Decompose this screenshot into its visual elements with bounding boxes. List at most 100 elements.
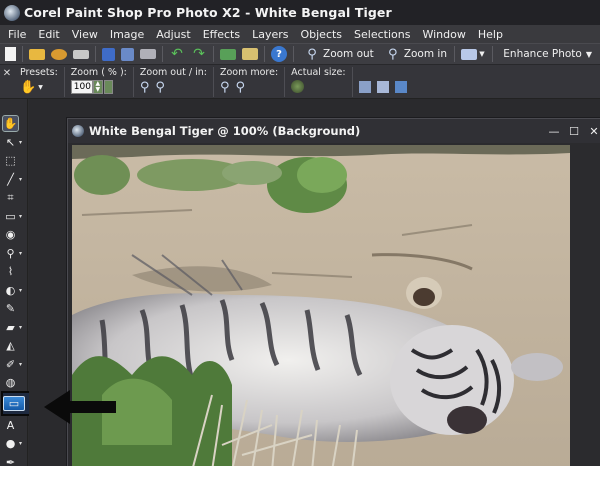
dodge-tool[interactable]: ◐ ▾ (3, 282, 25, 299)
tutorial-arrow-icon (44, 390, 116, 424)
undo-icon[interactable]: ↶ (169, 46, 185, 62)
pick-tool[interactable]: ↖ ▾ (3, 134, 25, 151)
zoom-percent-group: Zoom ( % ): 100 ▲ ▼ (70, 67, 127, 94)
text-tool[interactable]: A (3, 417, 25, 434)
red-eye-tool[interactable]: ◉ (3, 226, 25, 243)
pick-tool-icon: ↖ (5, 135, 16, 149)
zoom-more-in-icon[interactable]: ⚲ (235, 80, 245, 95)
document-title-bar[interactable]: White Bengal Tiger @ 100% (Background) —… (68, 119, 600, 143)
tools-palette: ✋ ↖ ▾ ⬚ ╱ ▾ ⌗ ▭ ▾ ◉ ⚲ ▾ ⌇ ◐ ▾ ✎ ▰ ▾ ◭ ✐ ▾ ◍ ▭ A ● ▾ ✒ (0, 99, 35, 467)
flood-fill-tool-icon: ◭ (6, 339, 15, 352)
menu-help[interactable]: Help (472, 28, 509, 41)
zoom-in-button[interactable]: ⚲ Zoom in (382, 46, 447, 62)
clone-tool[interactable]: ⚲ ▾ (3, 245, 25, 262)
save-icon[interactable] (102, 47, 115, 61)
flyout-chevron-icon[interactable]: ▾ (19, 440, 22, 447)
fit-window-icon[interactable] (358, 81, 371, 93)
straighten-tool[interactable]: ▭ ▾ (3, 208, 25, 225)
menu-objects[interactable]: Objects (294, 28, 348, 41)
flyout-chevron-icon[interactable]: ▾ (19, 213, 22, 220)
flood-fill-tool[interactable]: ◭ (3, 337, 25, 354)
magnifier-minus-icon: ⚲ (307, 46, 317, 62)
maximize-icon[interactable]: ☐ (564, 125, 584, 138)
flyout-chevron-icon[interactable]: ▾ (19, 361, 22, 368)
layout-icon[interactable] (461, 48, 477, 60)
open-icon[interactable] (29, 48, 45, 60)
flyout-chevron-icon[interactable]: ▾ (19, 324, 22, 331)
scan-icon[interactable] (73, 49, 89, 59)
eraser-tool-icon: ▰ (6, 320, 15, 334)
dropper-tool-icon: ╱ (7, 172, 14, 186)
zoom-out-option-icon[interactable]: ⚲ (140, 80, 150, 95)
full-screen-icon[interactable] (394, 81, 407, 93)
menu-file[interactable]: File (2, 28, 32, 41)
presets-label: Presets: (20, 67, 58, 78)
hand-preset-icon[interactable]: ✋ (20, 80, 36, 95)
flyout-chevron-icon[interactable]: ▾ (19, 287, 22, 294)
flyout-chevron-icon[interactable]: ▾ (19, 139, 22, 146)
clone-tool-icon: ⚲ (6, 246, 15, 260)
crop-tool[interactable]: ⌗ (3, 189, 25, 206)
options-divider (284, 67, 286, 97)
background-eraser-tool-icon: ✐ (5, 357, 16, 371)
zoom-percent-label: Zoom ( % ): (70, 67, 127, 78)
pen-tool[interactable]: ✒ (3, 454, 25, 467)
view-options-group (358, 79, 407, 93)
chevron-down-icon[interactable]: ▼ (38, 84, 43, 91)
toolbar-separator (264, 46, 265, 62)
eraser-tool[interactable]: ▰ ▾ (3, 319, 25, 336)
fit-image-icon[interactable] (376, 81, 389, 93)
close-icon[interactable]: ✕ (584, 125, 600, 138)
menu-selections[interactable]: Selections (348, 28, 416, 41)
menu-image[interactable]: Image (104, 28, 150, 41)
zoom-spinner[interactable]: ▲ ▼ (92, 80, 103, 94)
copy-merged-icon[interactable] (220, 48, 236, 60)
flyout-chevron-icon[interactable]: ▾ (19, 250, 22, 257)
menu-adjust[interactable]: Adjust (150, 28, 196, 41)
menu-layers[interactable]: Layers (246, 28, 294, 41)
zoom-more-group: Zoom more: ⚲ ⚲ (220, 67, 278, 95)
dodge-tool-icon: ◐ (5, 283, 16, 297)
help-icon[interactable]: ? (271, 46, 287, 62)
zoom-in-option-icon[interactable]: ⚲ (155, 80, 165, 95)
image-canvas[interactable] (72, 145, 570, 466)
actual-size-icon[interactable] (291, 80, 305, 93)
zoom-more-out-icon[interactable]: ⚲ (220, 80, 230, 95)
scratch-remover-tool[interactable]: ⌇ (3, 263, 25, 280)
menu-view[interactable]: View (66, 28, 104, 41)
save-as-icon[interactable] (121, 47, 134, 61)
browse-icon[interactable] (51, 48, 67, 60)
menu-window[interactable]: Window (416, 28, 471, 41)
picture-tube-tool[interactable]: ◍ (3, 374, 25, 391)
zoom-percent-input[interactable]: 100 (70, 80, 93, 94)
flyout-chevron-icon[interactable]: ▾ (19, 176, 22, 183)
chevron-down-icon[interactable]: ▼ (478, 46, 486, 62)
toolbar-separator (213, 46, 214, 62)
background-eraser-tool[interactable]: ✐ ▾ (3, 356, 25, 373)
toolbar-separator (95, 46, 96, 62)
enhance-photo-menu[interactable]: Enhance Photo ▼ (503, 48, 592, 60)
close-icon[interactable]: ✕ (0, 67, 14, 79)
menu-edit[interactable]: Edit (32, 28, 65, 41)
new-icon[interactable] (5, 47, 16, 61)
paint-shop-pro-logo-icon (4, 4, 20, 21)
pan-tool[interactable]: ✋ (2, 115, 25, 132)
zoom-out-label: Zoom out (323, 48, 374, 60)
crop-tool-icon: ⌗ (7, 190, 14, 204)
selection-tool[interactable]: ⬚ (3, 152, 25, 169)
menu-bar: File Edit View Image Adjust Effects Laye… (0, 25, 600, 43)
menu-effects[interactable]: Effects (197, 28, 246, 41)
paint-brush-tool[interactable]: ✎ (3, 300, 25, 317)
paste-icon[interactable] (242, 48, 258, 60)
dropper-tool[interactable]: ╱ ▾ (3, 171, 25, 188)
pan-tool-icon: ✋ (2, 115, 19, 132)
zoom-out-button[interactable]: ⚲ Zoom out (301, 46, 374, 62)
spin-down-icon[interactable]: ▼ (94, 87, 102, 93)
title-bar: Corel Paint Shop Pro Photo X2 - White Be… (0, 0, 600, 25)
minimize-icon[interactable]: — (544, 125, 564, 138)
window-title: Corel Paint Shop Pro Photo X2 - White Be… (24, 5, 392, 20)
redo-icon[interactable]: ↷ (191, 46, 207, 62)
preset-shape-tool[interactable]: ● ▾ (3, 435, 25, 452)
print-icon[interactable] (140, 49, 156, 59)
zoom-slider-icon[interactable] (103, 80, 113, 94)
